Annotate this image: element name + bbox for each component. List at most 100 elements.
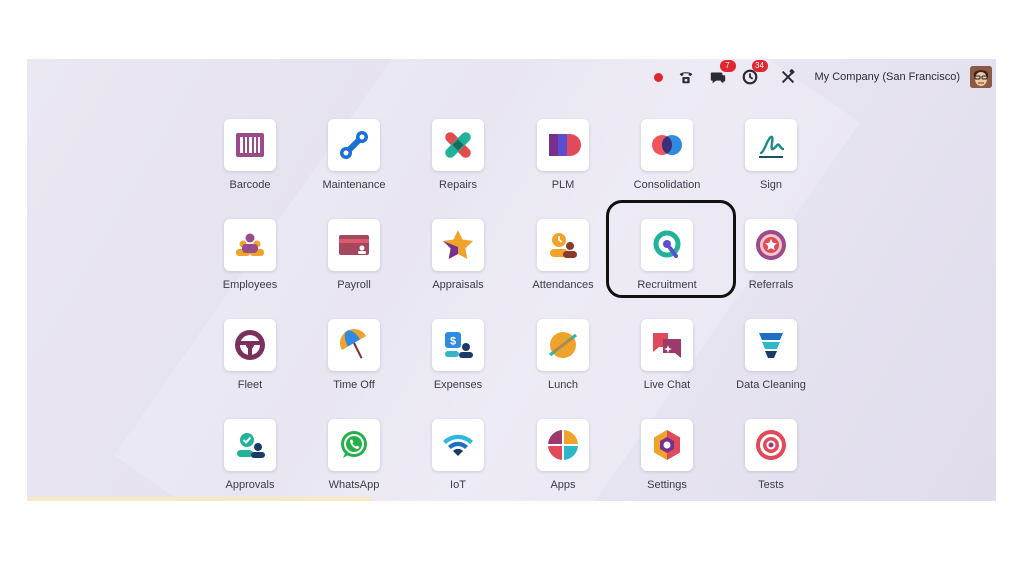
app-iot[interactable]: IoT (403, 419, 513, 491)
app-tile[interactable] (432, 119, 484, 171)
app-label: Fleet (237, 379, 263, 391)
svg-text:$: $ (450, 336, 456, 348)
sign-icon (759, 135, 785, 158)
record-dot-icon (653, 72, 663, 82)
app-approvals[interactable]: Approvals (195, 419, 305, 491)
app-label: Data Cleaning (736, 379, 806, 391)
app-tile[interactable] (224, 419, 276, 471)
app-tile[interactable]: $ (432, 319, 484, 371)
app-label: Appraisals (432, 279, 484, 291)
app-label: Sign (759, 179, 783, 191)
app-appraisals[interactable]: Appraisals (403, 219, 513, 291)
data-cleaning-icon (759, 333, 783, 358)
app-tile[interactable] (328, 419, 380, 471)
app-tile[interactable] (745, 319, 797, 371)
app-tile[interactable] (328, 319, 380, 371)
approvals-icon (237, 433, 265, 458)
app-label: Consolidation (633, 179, 701, 191)
app-sign[interactable]: Sign (716, 119, 826, 191)
plm-icon (549, 134, 581, 156)
app-time-off[interactable]: Time Off (299, 319, 409, 391)
app-tile[interactable] (224, 219, 276, 271)
app-maintenance[interactable]: Maintenance (299, 119, 409, 191)
tests-icon (756, 430, 786, 460)
phone-icon (679, 72, 692, 84)
app-tile[interactable] (745, 119, 797, 171)
referrals-icon (756, 230, 786, 260)
app-expenses[interactable]: $ Expenses (403, 319, 513, 391)
app-tile[interactable] (537, 419, 589, 471)
maintenance-icon (340, 131, 368, 159)
app-tile[interactable] (224, 119, 276, 171)
live-chat-icon (653, 333, 681, 358)
app-tile[interactable] (537, 319, 589, 371)
app-apps[interactable]: Apps (508, 419, 618, 491)
activities-button[interactable]: 34 (741, 60, 768, 86)
app-settings[interactable]: Settings (612, 419, 722, 491)
app-barcode[interactable]: Barcode (195, 119, 305, 191)
app-label: Maintenance (322, 179, 386, 191)
app-tile[interactable] (745, 219, 797, 271)
app-label: WhatsApp (328, 479, 380, 491)
app-label: IoT (450, 479, 466, 491)
app-consolidation[interactable]: Consolidation (612, 119, 722, 191)
app-tile[interactable] (537, 219, 589, 271)
app-data-cleaning[interactable]: Data Cleaning (716, 319, 826, 391)
app-employees[interactable]: Employees (195, 219, 305, 291)
phone-button[interactable] (677, 68, 695, 86)
app-label: Tests (758, 479, 784, 491)
settings-icon (654, 430, 680, 460)
recording-indicator[interactable] (653, 72, 663, 82)
app-tile[interactable] (537, 119, 589, 171)
user-avatar[interactable] (970, 66, 992, 88)
app-tile[interactable] (224, 319, 276, 371)
recruitment-highlight-annotation (606, 200, 736, 298)
app-fleet[interactable]: Fleet (195, 319, 305, 391)
app-label: Expenses (433, 379, 483, 391)
app-label: Time Off (333, 379, 375, 391)
bottom-strip (27, 497, 372, 501)
app-repairs[interactable]: Repairs (403, 119, 513, 191)
tools-icon (781, 69, 795, 84)
app-tile[interactable] (432, 219, 484, 271)
payroll-icon (339, 235, 369, 255)
app-label: Payroll (337, 279, 371, 291)
fleet-icon (235, 330, 265, 360)
app-label: Settings (647, 479, 687, 491)
app-label: Attendances (532, 279, 594, 291)
appraisals-icon (443, 230, 473, 259)
app-tests[interactable]: Tests (716, 419, 826, 491)
company-switcher[interactable]: My Company (San Francisco) (815, 71, 961, 83)
app-tile[interactable] (641, 419, 693, 471)
app-attendances[interactable]: Attendances (508, 219, 618, 291)
user-face-icon (970, 66, 992, 88)
app-tile[interactable] (745, 419, 797, 471)
app-tile[interactable] (432, 419, 484, 471)
systray: 7 34 My Company (San Francisco) (640, 60, 992, 89)
app-tile[interactable] (328, 219, 380, 271)
app-live-chat[interactable]: Live Chat (612, 319, 722, 391)
app-plm[interactable]: PLM (508, 119, 618, 191)
app-label: Barcode (229, 179, 271, 191)
employees-icon (236, 233, 264, 256)
debug-tools-button[interactable] (779, 68, 797, 86)
app-label: Approvals (225, 479, 275, 491)
app-payroll[interactable]: Payroll (299, 219, 409, 291)
time-off-icon (340, 329, 367, 359)
app-label: PLM (551, 179, 575, 191)
lunch-icon (549, 332, 577, 358)
repairs-icon (445, 132, 471, 158)
messages-button[interactable]: 7 (709, 60, 736, 86)
messages-badge: 7 (719, 60, 736, 72)
app-lunch[interactable]: Lunch (508, 319, 618, 391)
app-tile[interactable] (328, 119, 380, 171)
app-label: Live Chat (643, 379, 691, 391)
app-whatsapp[interactable]: WhatsApp (299, 419, 409, 491)
iot-icon (443, 434, 473, 456)
app-tile[interactable] (641, 119, 693, 171)
consolidation-icon (652, 135, 682, 155)
app-label: Repairs (439, 179, 477, 191)
app-tile[interactable] (641, 319, 693, 371)
app-label: Referrals (748, 279, 794, 291)
app-label: Lunch (548, 379, 578, 391)
